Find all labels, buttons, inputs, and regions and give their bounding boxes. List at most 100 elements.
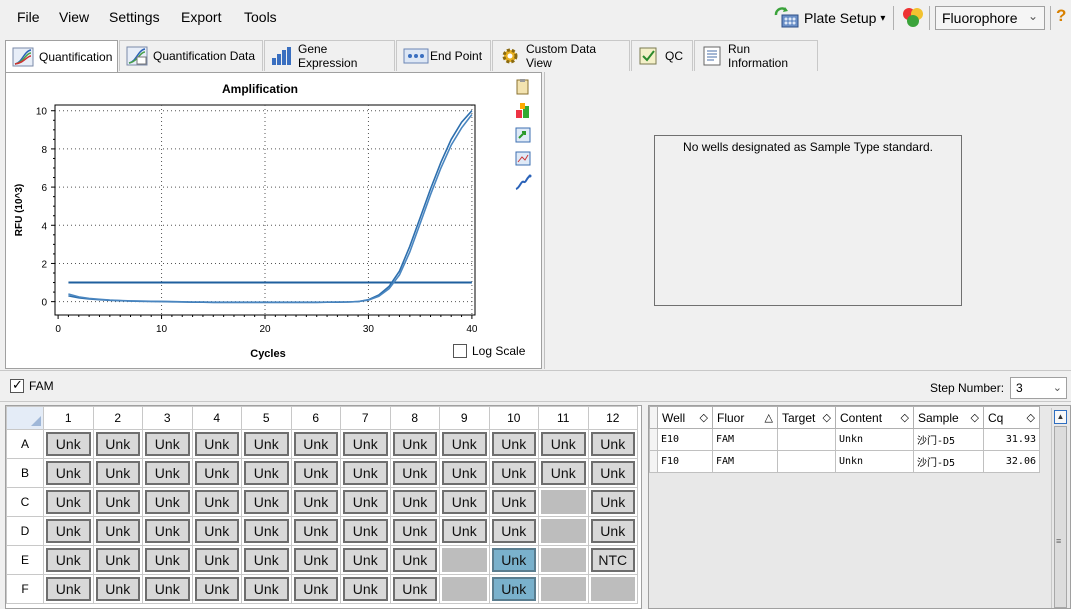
well-f5[interactable]: Unk [244,577,289,601]
plate-column-header[interactable]: 12 [587,406,638,430]
plate-column-header[interactable]: 6 [290,406,341,430]
well-d1[interactable]: Unk [46,519,91,543]
sort-icon[interactable]: ◇ [1027,411,1035,424]
well-c12[interactable]: Unk [590,490,635,514]
well-e11[interactable] [541,548,586,572]
well-c6[interactable]: Unk [293,490,338,514]
well-b4[interactable]: Unk [194,461,239,485]
well-d4[interactable]: Unk [194,519,239,543]
well-c2[interactable]: Unk [95,490,140,514]
sort-icon[interactable]: ◇ [823,411,831,424]
well-e10[interactable]: Unk [491,548,536,572]
tab-end-point[interactable]: End Point [396,40,491,71]
log-scale-checkbox[interactable] [453,344,467,358]
zoom-chart-icon[interactable] [514,150,532,168]
well-b1[interactable]: Unk [46,461,91,485]
well-d6[interactable]: Unk [293,519,338,543]
results-column-header[interactable]: Fluor △ [712,406,778,429]
well-e3[interactable]: Unk [145,548,190,572]
results-column-header[interactable]: Content ◇ [835,406,914,429]
well-c10[interactable]: Unk [491,490,536,514]
well-c1[interactable]: Unk [46,490,91,514]
plate-column-header[interactable]: 5 [241,406,292,430]
well-c4[interactable]: Unk [194,490,239,514]
tab-quantification-data[interactable]: Quantification Data [119,40,263,71]
help-icon[interactable]: ? [1056,6,1066,26]
well-b7[interactable]: Unk [343,461,388,485]
well-c7[interactable]: Unk [343,490,388,514]
well-e8[interactable]: Unk [392,548,437,572]
fluorophore-color-button[interactable] [900,5,926,31]
tab-run-information[interactable]: Run Information [694,40,818,71]
well-c8[interactable]: Unk [392,490,437,514]
well-f4[interactable]: Unk [194,577,239,601]
plate-column-header[interactable]: 7 [340,406,391,430]
well-e9[interactable] [442,548,487,572]
scroll-up-icon[interactable]: ▲ [1054,410,1067,424]
row-selector[interactable] [649,450,658,473]
well-a5[interactable]: Unk [244,432,289,456]
tab-quantification[interactable]: Quantification [5,40,118,72]
plate-setup-button[interactable]: Plate Setup ▾ [774,6,885,30]
well-b8[interactable]: Unk [392,461,437,485]
well-a3[interactable]: Unk [145,432,190,456]
well-d7[interactable]: Unk [343,519,388,543]
well-f11[interactable] [541,577,586,601]
plate-column-header[interactable]: 2 [92,406,143,430]
well-e6[interactable]: Unk [293,548,338,572]
menu-tools[interactable]: Tools [244,9,277,25]
well-d12[interactable]: Unk [590,519,635,543]
well-a9[interactable]: Unk [442,432,487,456]
results-scrollbar[interactable]: ▲ ≡ [1051,408,1068,608]
well-d3[interactable]: Unk [145,519,190,543]
well-d11[interactable] [541,519,586,543]
plate-row-header[interactable]: E [6,545,44,575]
well-a7[interactable]: Unk [343,432,388,456]
trace-style-icon[interactable] [514,174,532,192]
well-d10[interactable]: Unk [491,519,536,543]
plate-row-header[interactable]: C [6,487,44,517]
well-f12[interactable] [590,577,635,601]
plate-column-header[interactable]: 8 [389,406,440,430]
well-b3[interactable]: Unk [145,461,190,485]
plate-row-header[interactable]: F [6,574,44,604]
plate-column-header[interactable]: 10 [488,406,539,430]
well-f10[interactable]: Unk [491,577,536,601]
well-d2[interactable]: Unk [95,519,140,543]
plate-column-header[interactable]: 1 [43,406,94,430]
well-b11[interactable]: Unk [541,461,586,485]
well-b2[interactable]: Unk [95,461,140,485]
row-selector[interactable] [649,428,658,451]
well-e12[interactable]: NTC [590,548,635,572]
step-number-select[interactable]: 3 ⌄ [1010,377,1067,399]
fam-checkbox[interactable] [10,377,24,393]
fam-filter-toggle[interactable]: FAM [10,377,54,393]
plate-column-header[interactable]: 4 [191,406,242,430]
well-a8[interactable]: Unk [392,432,437,456]
well-a12[interactable]: Unk [590,432,635,456]
plate-row-header[interactable]: B [6,458,44,488]
well-b6[interactable]: Unk [293,461,338,485]
well-e1[interactable]: Unk [46,548,91,572]
well-f3[interactable]: Unk [145,577,190,601]
plate-row-header[interactable]: D [6,516,44,546]
sort-icon[interactable]: △ [765,411,773,424]
well-a1[interactable]: Unk [46,432,91,456]
well-f2[interactable]: Unk [95,577,140,601]
well-d8[interactable]: Unk [392,519,437,543]
well-a4[interactable]: Unk [194,432,239,456]
menu-settings[interactable]: Settings [109,9,160,25]
menu-view[interactable]: View [59,9,89,25]
tab-gene-expression[interactable]: Gene Expression [264,40,395,71]
well-f7[interactable]: Unk [343,577,388,601]
well-a10[interactable]: Unk [491,432,536,456]
plate-row-header[interactable]: A [6,429,44,459]
well-f9[interactable] [442,577,487,601]
plate-column-header[interactable]: 11 [538,406,589,430]
results-row[interactable]: E10 FAM Unkn 沙门-D5 31.93 [649,428,1040,451]
well-c9[interactable]: Unk [442,490,487,514]
menu-export[interactable]: Export [181,9,221,25]
well-e7[interactable]: Unk [343,548,388,572]
results-row[interactable]: F10 FAM Unkn 沙门-D5 32.06 [649,450,1040,473]
results-column-header[interactable]: Sample ◇ [913,406,984,429]
